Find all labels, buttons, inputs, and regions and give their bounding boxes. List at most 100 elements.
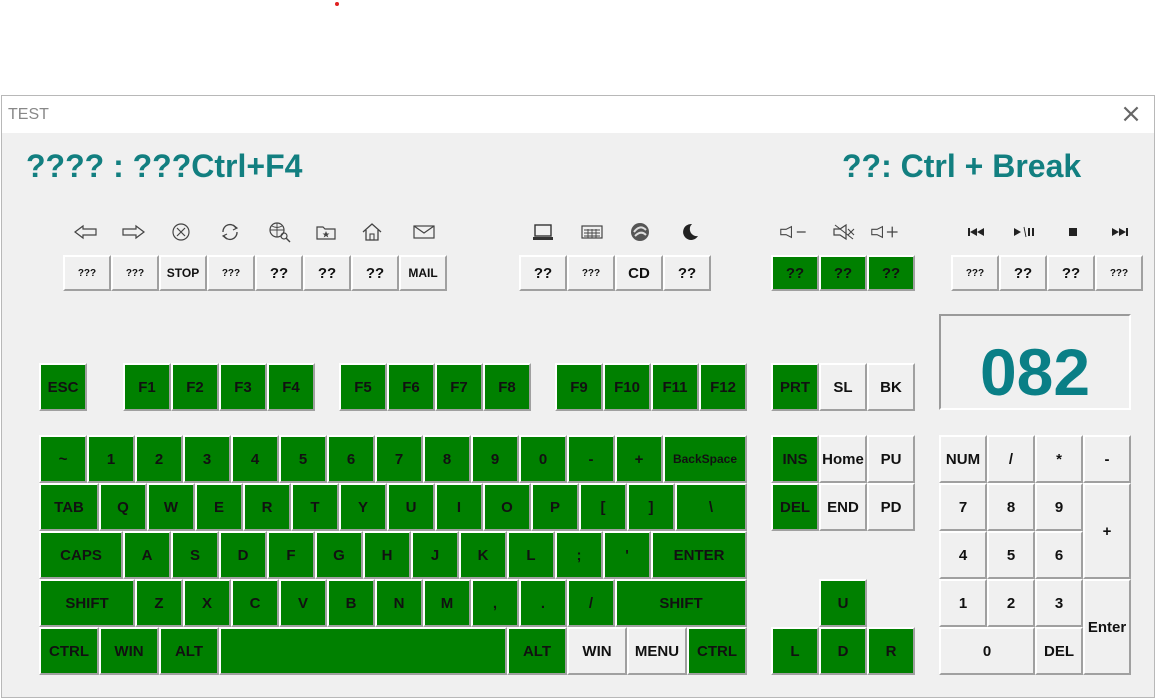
key-arrow-up[interactable]: U <box>819 579 867 627</box>
key-w[interactable]: W <box>147 483 195 531</box>
key-menu[interactable]: MENU <box>627 627 687 675</box>
key-b[interactable]: B <box>327 579 375 627</box>
key-mute[interactable]: ?? <box>819 255 867 291</box>
key-num-4[interactable]: 4 <box>939 531 987 579</box>
key-num-1[interactable]: 1 <box>939 579 987 627</box>
key-o[interactable]: O <box>483 483 531 531</box>
key-left-bracket[interactable]: [ <box>579 483 627 531</box>
key-stop-media[interactable]: ?? <box>1047 255 1095 291</box>
key-num-enter[interactable]: Enter <box>1083 579 1131 675</box>
key-right-alt[interactable]: ALT <box>507 627 567 675</box>
key-f10[interactable]: F10 <box>603 363 651 411</box>
key-num-del[interactable]: DEL <box>1035 627 1083 675</box>
key-z[interactable]: Z <box>135 579 183 627</box>
key-y[interactable]: Y <box>339 483 387 531</box>
key-backspace[interactable]: BackSpace <box>663 435 747 483</box>
key-end[interactable]: END <box>819 483 867 531</box>
key-f1[interactable]: F1 <box>123 363 171 411</box>
key-2[interactable]: 2 <box>135 435 183 483</box>
key-num-3[interactable]: 3 <box>1035 579 1083 627</box>
key-q[interactable]: Q <box>99 483 147 531</box>
key-prev-track[interactable]: ??? <box>951 255 999 291</box>
key-1[interactable]: 1 <box>87 435 135 483</box>
key-scroll-lock[interactable]: SL <box>819 363 867 411</box>
key-volume-down[interactable]: ?? <box>771 255 819 291</box>
key-page-down[interactable]: PD <box>867 483 915 531</box>
key-0[interactable]: 0 <box>519 435 567 483</box>
key-arrow-down[interactable]: D <box>819 627 867 675</box>
key-d[interactable]: D <box>219 531 267 579</box>
key-insert[interactable]: INS <box>771 435 819 483</box>
key-right-win[interactable]: WIN <box>567 627 627 675</box>
key-num-5[interactable]: 5 <box>987 531 1035 579</box>
key-media-6[interactable]: ?? <box>303 255 351 291</box>
key-system-1[interactable]: ?? <box>519 255 567 291</box>
key-print-screen[interactable]: PRT <box>771 363 819 411</box>
key-f2[interactable]: F2 <box>171 363 219 411</box>
key-system-4[interactable]: ?? <box>663 255 711 291</box>
key-i[interactable]: I <box>435 483 483 531</box>
key-k[interactable]: K <box>459 531 507 579</box>
key-mail[interactable]: MAIL <box>399 255 447 291</box>
key-space[interactable] <box>219 627 507 675</box>
key-p[interactable]: P <box>531 483 579 531</box>
key-page-up[interactable]: PU <box>867 435 915 483</box>
key-caps[interactable]: CAPS <box>39 531 123 579</box>
key-right-bracket[interactable]: ] <box>627 483 675 531</box>
key-f9[interactable]: F9 <box>555 363 603 411</box>
key-f3[interactable]: F3 <box>219 363 267 411</box>
key-num-multiply[interactable]: * <box>1035 435 1083 483</box>
key-6[interactable]: 6 <box>327 435 375 483</box>
key-f7[interactable]: F7 <box>435 363 483 411</box>
key-num-8[interactable]: 8 <box>987 483 1035 531</box>
key-volume-up[interactable]: ?? <box>867 255 915 291</box>
key-g[interactable]: G <box>315 531 363 579</box>
key-arrow-right[interactable]: R <box>867 627 915 675</box>
key-media-2[interactable]: ??? <box>111 255 159 291</box>
key-break[interactable]: BK <box>867 363 915 411</box>
key-f5[interactable]: F5 <box>339 363 387 411</box>
key-h[interactable]: H <box>363 531 411 579</box>
key-comma[interactable]: , <box>471 579 519 627</box>
key-f[interactable]: F <box>267 531 315 579</box>
key-n[interactable]: N <box>375 579 423 627</box>
key-enter[interactable]: ENTER <box>651 531 747 579</box>
key-r[interactable]: R <box>243 483 291 531</box>
key-semicolon[interactable]: ; <box>555 531 603 579</box>
key-left-win[interactable]: WIN <box>99 627 159 675</box>
key-quote[interactable]: ' <box>603 531 651 579</box>
key-u[interactable]: U <box>387 483 435 531</box>
key-delete[interactable]: DEL <box>771 483 819 531</box>
close-icon[interactable]: × <box>1118 101 1144 128</box>
key-f4[interactable]: F4 <box>267 363 315 411</box>
key-minus[interactable]: - <box>567 435 615 483</box>
key-num-9[interactable]: 9 <box>1035 483 1083 531</box>
key-home[interactable]: Home <box>819 435 867 483</box>
key-media-7[interactable]: ?? <box>351 255 399 291</box>
key-num-6[interactable]: 6 <box>1035 531 1083 579</box>
key-a[interactable]: A <box>123 531 171 579</box>
key-period[interactable]: . <box>519 579 567 627</box>
key-4[interactable]: 4 <box>231 435 279 483</box>
key-stop[interactable]: STOP <box>159 255 207 291</box>
key-7[interactable]: 7 <box>375 435 423 483</box>
key-c[interactable]: C <box>231 579 279 627</box>
key-cd[interactable]: CD <box>615 255 663 291</box>
key-slash[interactable]: / <box>567 579 615 627</box>
key-media-1[interactable]: ??? <box>63 255 111 291</box>
key-right-ctrl[interactable]: CTRL <box>687 627 747 675</box>
key-f11[interactable]: F11 <box>651 363 699 411</box>
key-tab[interactable]: TAB <box>39 483 99 531</box>
key-x[interactable]: X <box>183 579 231 627</box>
key-next-track[interactable]: ??? <box>1095 255 1143 291</box>
key-arrow-left[interactable]: L <box>771 627 819 675</box>
key-l[interactable]: L <box>507 531 555 579</box>
key-3[interactable]: 3 <box>183 435 231 483</box>
key-num-divide[interactable]: / <box>987 435 1035 483</box>
key-9[interactable]: 9 <box>471 435 519 483</box>
key-esc[interactable]: ESC <box>39 363 87 411</box>
key-media-5[interactable]: ?? <box>255 255 303 291</box>
key-media-4[interactable]: ??? <box>207 255 255 291</box>
key-f12[interactable]: F12 <box>699 363 747 411</box>
key-right-shift[interactable]: SHIFT <box>615 579 747 627</box>
